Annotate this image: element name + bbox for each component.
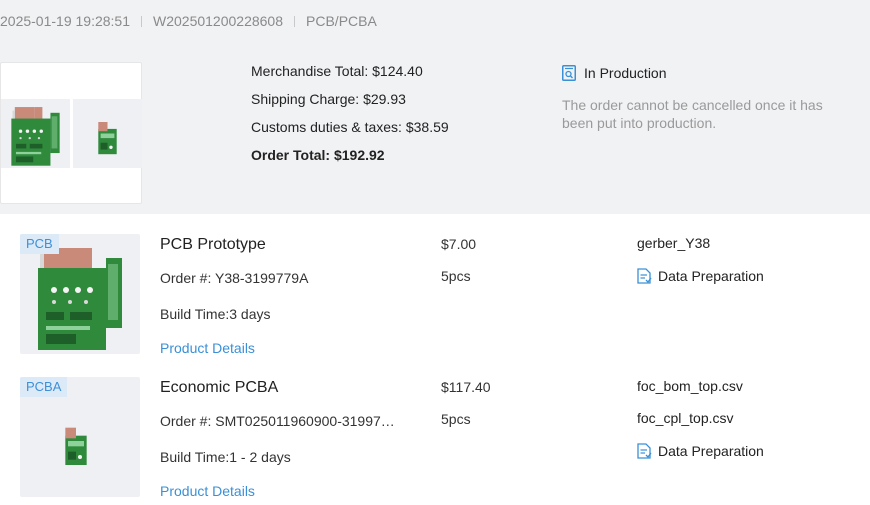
item-quantity: 5pcs	[441, 268, 471, 284]
pcb-thumbnail	[1, 99, 70, 168]
item-status: Data Preparation	[637, 268, 764, 284]
search-document-icon	[562, 65, 576, 81]
item-name: Economic PCBA	[160, 379, 279, 396]
product-details-link[interactable]: Product Details	[160, 483, 255, 499]
divider	[141, 15, 142, 27]
order-item-pcb: PCB PCB Prototype Order #: Y38-3199779A …	[0, 230, 870, 360]
order-meta: 2025-01-19 19:28:51 W202501200228608 PCB…	[0, 13, 377, 29]
item-type-tag: PCBA	[20, 377, 68, 397]
order-status: In Production The order cannot be cancel…	[562, 64, 852, 132]
shipping-charge: Shipping Charge: $29.93	[251, 91, 406, 107]
order-totals: Merchandise Total: $124.40 Shipping Char…	[251, 62, 449, 174]
data-preparation-icon	[637, 268, 652, 284]
item-file[interactable]: foc_cpl_top.csv	[637, 410, 734, 426]
item-status-label: Data Preparation	[658, 268, 764, 284]
item-file[interactable]: foc_bom_top.csv	[637, 378, 743, 394]
order-item-pcba: PCBA Economic PCBA Order #: SMT025011960…	[0, 373, 870, 503]
status-note: The order cannot be cancelled once it ha…	[562, 97, 823, 131]
item-price: $7.00	[441, 236, 477, 252]
item-price: $117.40	[441, 379, 491, 395]
item-quantity: 5pcs	[441, 411, 471, 427]
order-datetime: 2025-01-19 19:28:51	[0, 13, 130, 29]
order-number: W202501200228608	[153, 13, 284, 29]
data-preparation-icon	[637, 443, 652, 459]
order-total: Order Total: $192.92	[251, 147, 385, 163]
pcba-board-image	[98, 122, 117, 155]
status-line: In Production	[562, 64, 852, 82]
item-name: PCB Prototype	[160, 236, 266, 253]
status-label: In Production	[584, 65, 667, 81]
item-type-tag: PCB	[20, 234, 59, 254]
item-build-time: Build Time:3 days	[160, 306, 271, 322]
item-order-number: Order #: SMT025011960900-31997…	[160, 413, 395, 429]
item-status: Data Preparation	[637, 443, 764, 459]
pcb-board-image	[11, 107, 60, 166]
item-order-number: Order #: Y38-3199779A	[160, 270, 309, 286]
order-summary-panel: 2025-01-19 19:28:51 W202501200228608 PCB…	[0, 0, 870, 214]
item-status-label: Data Preparation	[658, 443, 764, 459]
merchandise-total: Merchandise Total: $124.40	[251, 63, 423, 79]
item-thumbnail[interactable]: PCBA	[20, 377, 140, 497]
product-details-link[interactable]: Product Details	[160, 340, 255, 356]
item-build-time: Build Time:1 - 2 days	[160, 449, 291, 465]
order-category: PCB/PCBA	[306, 13, 377, 29]
divider	[294, 15, 296, 27]
order-thumbnail-group[interactable]	[0, 62, 142, 204]
item-file[interactable]: gerber_Y38	[637, 235, 710, 251]
customs-duties: Customs duties & taxes: $38.59	[251, 119, 449, 135]
pcba-thumbnail	[73, 99, 142, 168]
item-thumbnail[interactable]: PCB	[20, 234, 140, 354]
